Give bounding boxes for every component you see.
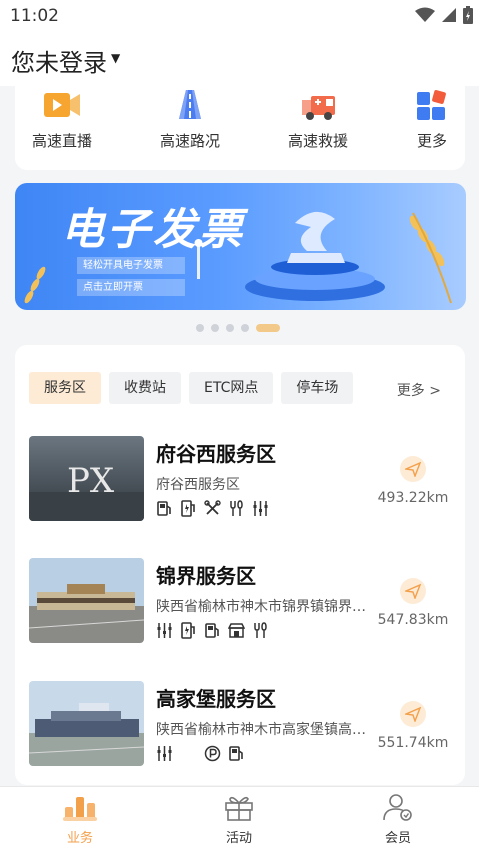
gas-icon	[252, 500, 269, 517]
quick-action-label: 高速直播	[31, 132, 92, 150]
facility-icons	[156, 745, 245, 762]
banner-title: 电子发票	[61, 205, 245, 255]
quick-action-label: 高速路况	[159, 132, 220, 150]
status-time: 11:02	[10, 6, 59, 26]
svg-text:PX: PX	[67, 461, 115, 501]
nav-member[interactable]: 会员	[358, 793, 438, 846]
carousel-dot[interactable]	[211, 324, 219, 332]
signal-icon	[442, 8, 456, 22]
facility-icons	[156, 622, 269, 639]
charging-icon	[180, 500, 197, 517]
caret-down-icon: ▼	[111, 50, 121, 65]
bottom-nav: 业务 活动 会员	[0, 786, 479, 853]
member-icon	[383, 794, 412, 821]
fuel-icon	[228, 745, 245, 762]
banner-cta[interactable]: 点击立即开票	[77, 279, 185, 296]
login-dropdown[interactable]: 您未登录 ▼	[11, 43, 120, 78]
parking-icon	[204, 745, 221, 762]
navigate-button[interactable]: 547.83km	[375, 578, 451, 628]
nav-business[interactable]: 业务	[40, 793, 120, 846]
charging-icon	[180, 622, 197, 639]
service-area-address: 府谷西服务区	[156, 477, 240, 493]
navigate-icon	[400, 701, 426, 727]
tab-toll-station[interactable]: 收费站	[109, 372, 181, 404]
video-play-icon	[44, 93, 80, 117]
login-label: 您未登录	[11, 49, 107, 77]
more-link[interactable]: 更多 >	[397, 380, 441, 400]
quick-action-label: 高速救援	[287, 132, 348, 150]
quick-action-traffic[interactable]: 高速路况	[135, 86, 245, 151]
navigate-button[interactable]: 551.74km	[375, 701, 451, 751]
road-icon	[179, 90, 201, 119]
status-icons	[415, 6, 473, 24]
service-area-name: 府谷西服务区	[156, 442, 276, 466]
tab-service-area[interactable]: 服务区	[29, 372, 101, 404]
service-area-name: 锦界服务区	[156, 564, 256, 588]
facility-icons	[156, 500, 269, 517]
list-item[interactable]: PX 府谷西服务区 府谷西服务区 493.22km	[29, 436, 451, 522]
navigate-icon	[400, 578, 426, 604]
service-area-photo	[29, 681, 144, 766]
carousel-dot-active[interactable]	[256, 324, 280, 332]
gift-icon	[225, 796, 253, 821]
gas-icon	[156, 622, 173, 639]
grid-more-icon	[417, 90, 446, 120]
nav-label: 会员	[384, 831, 411, 846]
shop-icon	[227, 622, 246, 639]
quick-action-rescue[interactable]: 高速救援	[263, 86, 373, 151]
quick-action-live[interactable]: 高速直播	[7, 86, 117, 151]
fuel-icon	[156, 500, 173, 517]
fuel-icon	[204, 622, 221, 639]
distance-label: 493.22km	[377, 490, 449, 506]
distance-label: 551.74km	[377, 735, 449, 751]
bar-chart-icon	[63, 797, 97, 821]
list-item[interactable]: 锦界服务区 陕西省榆林市神木市锦界镇锦界服务区 547.83km	[29, 558, 451, 644]
carousel-dot[interactable]	[226, 324, 234, 332]
service-area-photo	[29, 558, 144, 643]
navigate-icon	[400, 456, 426, 482]
e-invoice-banner[interactable]: 电子发票 轻松开具电子发票 点击立即开票	[15, 183, 466, 310]
tow-truck-icon	[302, 96, 335, 120]
service-list-card: 服务区 收费站 ETC网点 停车场 更多 > PX 府谷西服务区 府谷西服务区 …	[15, 345, 465, 785]
battery-icon	[463, 6, 473, 24]
tab-parking[interactable]: 停车场	[281, 372, 354, 404]
category-tabs: 服务区 收费站 ETC网点 停车场	[29, 372, 354, 404]
repair-icon	[204, 500, 221, 517]
status-bar: 11:02	[0, 0, 479, 32]
distance-label: 547.83km	[377, 612, 449, 628]
carousel-dot[interactable]	[196, 324, 204, 332]
quick-action-label: 更多	[416, 132, 447, 150]
top-header: 您未登录 ▼	[0, 32, 479, 86]
navigate-button[interactable]: 493.22km	[375, 456, 451, 506]
quick-action-more[interactable]: 更多	[377, 86, 479, 151]
banner-subtitle: 轻松开具电子发票	[77, 257, 185, 274]
wifi-icon	[415, 7, 435, 22]
carousel-dot[interactable]	[241, 324, 249, 332]
service-area-address: 陕西省榆林市神木市锦界镇锦界服务区	[156, 599, 366, 615]
nav-label: 活动	[225, 831, 252, 846]
quick-actions-card: 高速直播 高速路况 高速救援 更多	[15, 86, 465, 170]
restaurant-icon	[252, 622, 269, 639]
restaurant-icon	[228, 500, 245, 517]
service-area-photo: PX	[29, 436, 144, 521]
gas-icon	[156, 745, 173, 762]
service-area-name: 高家堡服务区	[156, 687, 276, 711]
carousel-indicator	[196, 324, 280, 332]
nav-activity[interactable]: 活动	[199, 793, 279, 846]
tab-etc-outlet[interactable]: ETC网点	[189, 372, 274, 404]
nav-label: 业务	[66, 831, 93, 846]
service-area-address: 陕西省榆林市神木市高家堡镇高家堡服务区	[156, 722, 366, 738]
list-item[interactable]: 高家堡服务区 陕西省榆林市神木市高家堡镇高家堡服务区 551.74km	[29, 681, 451, 767]
